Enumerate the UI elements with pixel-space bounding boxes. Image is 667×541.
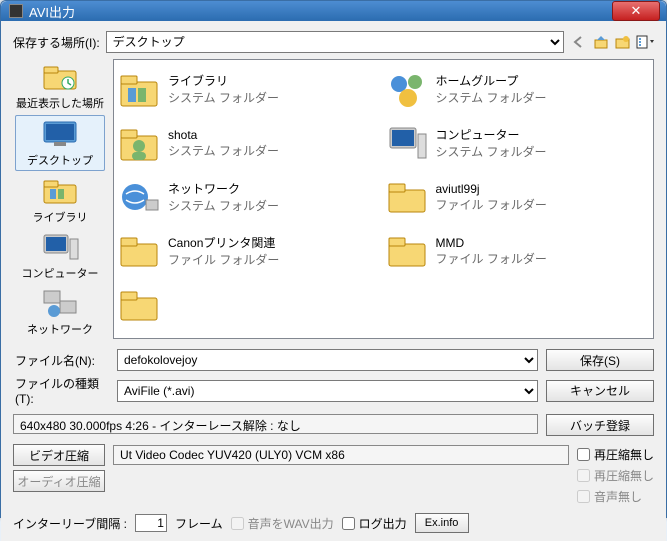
filetype-label: ファイルの種類(T):	[13, 375, 109, 406]
filename-input[interactable]: defokolovejoy	[117, 349, 538, 371]
item-sub: ファイル フォルダー	[436, 196, 547, 213]
no-recompress-video-check[interactable]: 再圧縮無し	[577, 446, 654, 463]
places-sidebar: 最近表示した場所 デスクトップ ライブラリ コンピューター ネットワーク	[13, 59, 107, 339]
filename-row: ファイル名(N): defokolovejoy 保存(S)	[13, 349, 654, 371]
save-in-row: 保存する場所(I): デスクトップ	[13, 31, 654, 53]
interleave-label: インターリーブ間隔 :	[13, 515, 127, 532]
sidebar-item-label: デスクトップ	[27, 152, 93, 168]
item-sub: ファイル フォルダー	[436, 250, 547, 267]
list-item[interactable]: ネットワークシステム フォルダー	[118, 174, 382, 220]
recent-icon	[40, 61, 80, 93]
status-text: 640x480 30.000fps 4:26 - インターレース解除 : なし	[13, 414, 538, 434]
item-sub: システム フォルダー	[436, 143, 547, 160]
user-folder-icon	[118, 122, 160, 164]
library-icon	[40, 175, 80, 207]
item-name: aviutl99j	[436, 182, 547, 196]
interleave-input[interactable]	[135, 514, 167, 532]
sidebar-item-label: ライブラリ	[33, 209, 88, 225]
item-sub: システム フォルダー	[168, 197, 279, 214]
save-button[interactable]: 保存(S)	[546, 349, 654, 371]
item-sub: システム フォルダー	[168, 89, 279, 106]
folder-icon	[118, 230, 160, 272]
close-button[interactable]: ✕	[612, 1, 660, 21]
codec-row: ビデオ圧縮 オーディオ圧縮 Ut Video Codec YUV420 (ULY…	[13, 444, 654, 505]
log-output-check[interactable]: ログ出力	[342, 515, 407, 532]
compress-buttons: ビデオ圧縮 オーディオ圧縮	[13, 444, 105, 492]
homegroup-icon	[386, 68, 428, 110]
filename-label: ファイル名(N):	[13, 352, 109, 369]
list-item[interactable]: aviutl99jファイル フォルダー	[386, 174, 650, 220]
item-sub: システム フォルダー	[168, 142, 279, 159]
back-icon[interactable]	[570, 33, 588, 51]
filetype-row: ファイルの種類(T): AviFile (*.avi) キャンセル	[13, 375, 654, 406]
list-item[interactable]: Canonプリンタ関連ファイル フォルダー	[118, 228, 382, 274]
video-compress-button[interactable]: ビデオ圧縮	[13, 444, 105, 466]
titlebar[interactable]: AVI出力 ✕	[1, 1, 666, 21]
interleave-unit: フレーム	[175, 515, 223, 532]
folder-icon	[118, 284, 160, 326]
library-icon	[118, 68, 160, 110]
sidebar-item-library[interactable]: ライブラリ	[15, 173, 105, 227]
sidebar-item-computer[interactable]: コンピューター	[15, 229, 105, 283]
desktop-icon	[40, 118, 80, 150]
audio-wav-check: 音声をWAV出力	[231, 515, 334, 532]
audio-compress-button: オーディオ圧縮	[13, 470, 105, 492]
list-item[interactable]: コンピューターシステム フォルダー	[386, 120, 650, 166]
save-in-select[interactable]: デスクトップ	[106, 31, 564, 53]
nav-icons	[570, 33, 654, 51]
computer-icon	[40, 231, 80, 263]
list-item-partial[interactable]	[118, 282, 382, 328]
window-title: AVI出力	[29, 2, 75, 21]
exinfo-button[interactable]: Ex.info	[415, 513, 469, 533]
status-row: 640x480 30.000fps 4:26 - インターレース解除 : なし …	[13, 414, 654, 436]
item-name: shota	[168, 128, 279, 142]
batch-button[interactable]: バッチ登録	[546, 414, 654, 436]
sidebar-item-label: 最近表示した場所	[16, 95, 104, 111]
list-item[interactable]: ライブラリシステム フォルダー	[118, 66, 382, 112]
item-name: ライブラリ	[168, 72, 279, 89]
new-folder-icon[interactable]	[614, 33, 632, 51]
sidebar-item-label: ネットワーク	[27, 321, 93, 337]
codec-info: Ut Video Codec YUV420 (ULY0) VCM x86	[113, 445, 569, 465]
dialog-body: 保存する場所(I): デスクトップ	[1, 21, 666, 541]
item-name: MMD	[436, 236, 547, 250]
file-list: ライブラリシステム フォルダー ホームグループシステム フォルダー shotaシ…	[114, 60, 653, 334]
sidebar-item-desktop[interactable]: デスクトップ	[15, 115, 105, 171]
item-name: ネットワーク	[168, 180, 279, 197]
network-icon	[40, 287, 80, 319]
app-icon	[9, 4, 23, 18]
filetype-select[interactable]: AviFile (*.avi)	[117, 380, 538, 402]
sidebar-item-label: コンピューター	[22, 265, 99, 281]
item-name: ホームグループ	[436, 72, 547, 89]
recompress-checks: 再圧縮無し 再圧縮無し 音声無し	[577, 444, 654, 505]
save-in-label: 保存する場所(I):	[13, 34, 100, 51]
sidebar-item-network[interactable]: ネットワーク	[15, 285, 105, 339]
no-recompress-audio-check: 再圧縮無し	[577, 467, 654, 484]
cancel-button[interactable]: キャンセル	[546, 380, 654, 402]
no-audio-check: 音声無し	[577, 488, 654, 505]
list-item[interactable]: MMDファイル フォルダー	[386, 228, 650, 274]
list-item[interactable]: ホームグループシステム フォルダー	[386, 66, 650, 112]
list-item[interactable]: shotaシステム フォルダー	[118, 120, 382, 166]
item-name: コンピューター	[436, 126, 547, 143]
mid-row: 最近表示した場所 デスクトップ ライブラリ コンピューター ネットワーク	[13, 59, 654, 339]
folder-icon	[386, 176, 428, 218]
up-icon[interactable]	[592, 33, 610, 51]
computer-icon	[386, 122, 428, 164]
item-sub: システム フォルダー	[436, 89, 547, 106]
view-menu-icon[interactable]	[636, 33, 654, 51]
bottom-row: インターリーブ間隔 : フレーム 音声をWAV出力 ログ出力 Ex.info	[13, 513, 654, 533]
save-dialog: AVI出力 ✕ 保存する場所(I): デスクトップ	[0, 0, 667, 518]
sidebar-item-recent[interactable]: 最近表示した場所	[15, 59, 105, 113]
folder-icon	[386, 230, 428, 272]
file-list-pane[interactable]: ライブラリシステム フォルダー ホームグループシステム フォルダー shotaシ…	[113, 59, 654, 339]
item-name: Canonプリンタ関連	[168, 234, 279, 251]
item-sub: ファイル フォルダー	[168, 251, 279, 268]
network-globe-icon	[118, 176, 160, 218]
